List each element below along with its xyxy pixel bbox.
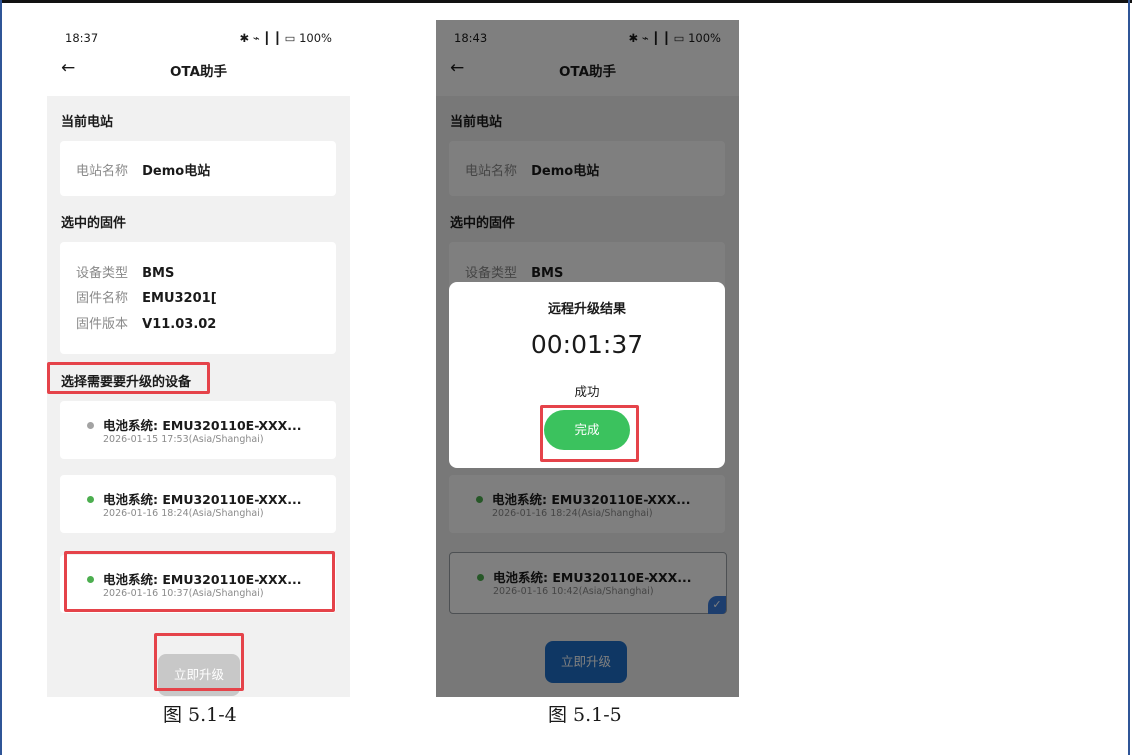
figure-caption-left: 图 5.1-4	[163, 704, 237, 726]
phone-screenshot-before-upgrade: 18:37 ✱ ⌁ ┃ ┃ ▭ 100% ← OTA助手 当前电站 电站名称 D…	[47, 20, 350, 697]
firmware-card: 设备类型 BMS 固件名称 EMU3201[ 固件版本 V11.03.02	[60, 242, 336, 354]
app-bar: ← OTA助手	[47, 56, 350, 86]
firmware-version-row: 固件版本 V11.03.02	[76, 313, 216, 332]
figure-caption-right: 图 5.1-5	[548, 704, 622, 726]
dialog-title: 远程升级结果	[547, 302, 626, 317]
upgrade-now-button[interactable]: 立即升级	[158, 654, 240, 696]
device-name: 电池系统: EMU320110E-XXX...	[103, 492, 302, 507]
upgrade-result-dialog: 远程升级结果 00:01:37 成功 完成	[449, 282, 725, 468]
done-button[interactable]: 完成	[544, 410, 630, 450]
device-name: 电池系统: EMU320110E-XXX...	[103, 572, 302, 587]
device-type-row: 设备类型 BMS	[76, 262, 174, 281]
device-timestamp: 2026-01-16 10:37(Asia/Shanghai)	[103, 588, 264, 599]
frame-right-border	[1128, 0, 1130, 755]
status-bar: 18:37 ✱ ⌁ ┃ ┃ ▭ 100%	[47, 28, 350, 48]
device-item[interactable]: 电池系统: EMU320110E-XXX... 2026-01-15 17:53…	[60, 401, 336, 459]
device-timestamp: 2026-01-15 17:53(Asia/Shanghai)	[103, 434, 264, 445]
result-status: 成功	[574, 384, 600, 399]
status-time: 18:37	[65, 31, 99, 45]
current-station-heading: 当前电站	[61, 115, 114, 130]
station-name-value: Demo电站	[142, 164, 211, 179]
firmware-version-value: V11.03.02	[142, 317, 217, 332]
device-item[interactable]: 电池系统: EMU320110E-XXX... 2026-01-16 18:24…	[60, 475, 336, 533]
firmware-name-row: 固件名称 EMU3201[	[76, 287, 217, 306]
offline-status-dot-icon	[87, 422, 94, 429]
device-name: 电池系统: EMU320110E-XXX...	[103, 418, 302, 433]
select-device-heading: 选择需要要升级的设备	[61, 375, 192, 390]
firmware-version-label: 固件版本	[76, 317, 129, 332]
status-indicators: ✱ ⌁ ┃ ┃ ▭ 100%	[240, 31, 332, 45]
firmware-name-value: EMU3201[	[142, 291, 217, 306]
frame-left-border	[0, 0, 2, 755]
station-name-label: 电站名称	[76, 164, 129, 179]
online-status-dot-icon	[87, 496, 94, 503]
content-area: 当前电站 电站名称 Demo电站 选中的固件 设备类型 BMS 固件名称 EMU…	[47, 96, 350, 697]
frame-top-border	[0, 0, 1132, 3]
station-card: 电站名称 Demo电站	[60, 141, 336, 196]
phone-screenshot-upgrade-result: 18:43 ✱ ⌁ ┃ ┃ ▭ 100% ← OTA助手 当前电站 电站名称 D…	[436, 20, 739, 697]
signal-icons: ✱ ⌁ ┃ ┃ ▭	[239, 31, 296, 45]
online-status-dot-icon	[87, 576, 94, 583]
page-title: OTA助手	[169, 64, 228, 80]
firmware-name-label: 固件名称	[76, 291, 129, 306]
device-item-selected[interactable]: 电池系统: EMU320110E-XXX... 2026-01-16 10:37…	[60, 555, 336, 613]
device-type-label: 设备类型	[76, 266, 129, 281]
selected-firmware-heading: 选中的固件	[61, 216, 127, 231]
station-name-row: 电站名称 Demo电站	[76, 160, 210, 179]
battery-level: 100%	[299, 31, 332, 45]
device-timestamp: 2026-01-16 18:24(Asia/Shanghai)	[103, 508, 264, 519]
elapsed-timer: 00:01:37	[530, 330, 644, 359]
device-type-value: BMS	[142, 266, 175, 281]
